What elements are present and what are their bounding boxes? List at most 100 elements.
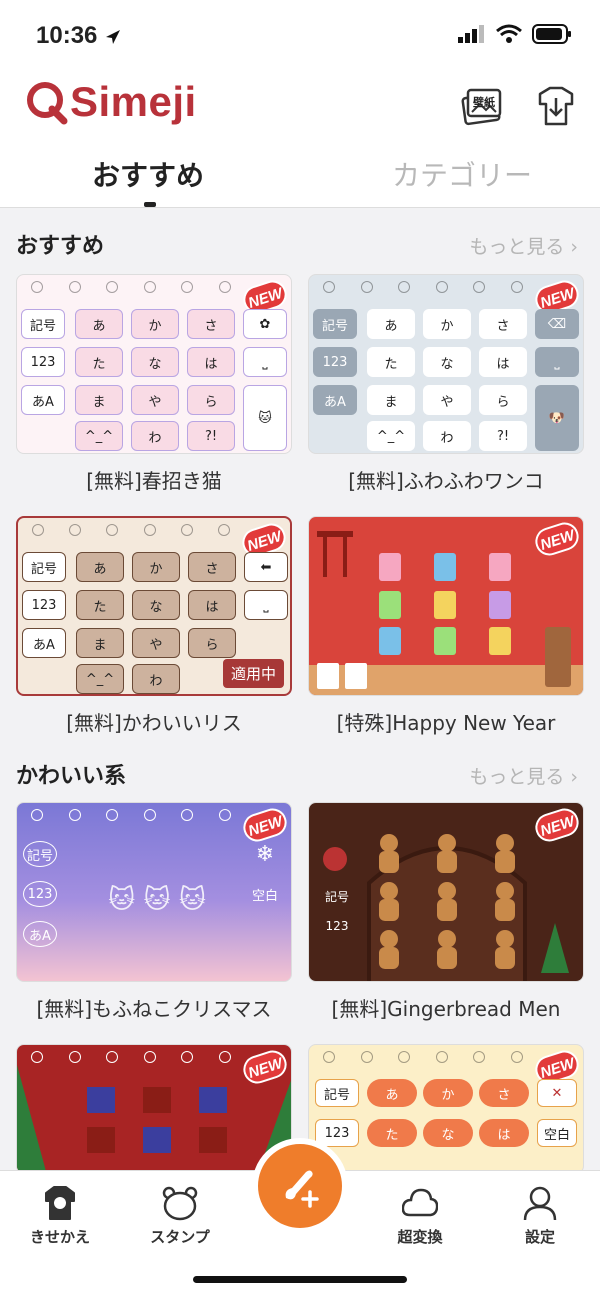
key: 123: [313, 347, 357, 377]
key: た: [75, 347, 123, 377]
key: な: [131, 347, 179, 377]
key: 空白: [251, 888, 278, 904]
person-icon: [523, 1186, 557, 1221]
tab-category[interactable]: カテゴリー: [392, 154, 532, 194]
key: か: [132, 552, 180, 582]
chevron-right-icon: ›: [570, 766, 578, 788]
theme-card[interactable]: NEW 記号 123 あ か さ た な は ✕ 空白: [308, 1044, 584, 1174]
keyboard-toolbar: [31, 1051, 231, 1067]
key: た: [76, 590, 124, 620]
location-arrow-icon: [106, 30, 120, 44]
see-more-link[interactable]: もっと見る ›: [469, 232, 578, 259]
dog-illustration-icon: 🐶: [535, 385, 579, 451]
space-key-icon: ⎵: [535, 347, 579, 377]
theme-card[interactable]: NEW 記号 123 あA あ か さ た な は ま や ら ^_^ わ ?!…: [16, 274, 292, 454]
wallpaper-button[interactable]: 壁紙: [458, 82, 506, 130]
key: ?!: [187, 421, 235, 451]
key: は: [187, 347, 235, 377]
delete-key-icon: ✕: [537, 1079, 577, 1107]
key: 123: [325, 919, 349, 933]
key: た: [367, 347, 415, 377]
battery-icon: [532, 24, 571, 44]
key: 123: [21, 347, 65, 377]
tab-label: 設定: [524, 1228, 555, 1246]
simeji-logo: Simeji: [24, 78, 197, 126]
space-key-icon: ⎵: [243, 347, 287, 377]
top-tabs: おすすめ カテゴリー: [0, 150, 600, 208]
theme-card[interactable]: NEW 記号 123 あA あ か さ た な は ま や ら ^_^ わ ⬅ …: [16, 516, 292, 696]
key: は: [479, 1119, 529, 1147]
sakura-key-icon: ✿: [243, 309, 287, 339]
key: ら: [187, 385, 235, 415]
key: あ: [75, 309, 123, 339]
key: わ: [131, 421, 179, 451]
key: わ: [132, 664, 180, 694]
keyboard-toolbar: [31, 809, 231, 825]
key: わ: [423, 421, 471, 451]
key: 記号: [313, 309, 357, 339]
delete-key-icon: ⌫: [535, 309, 579, 339]
theme-caption: [無料]かわいいリス: [66, 711, 242, 735]
key: あA: [23, 921, 57, 947]
key: あ: [367, 1079, 417, 1107]
status-bar: 10:36: [0, 0, 600, 70]
key: あA: [313, 385, 357, 415]
theme-caption: [無料]春招き猫: [86, 469, 222, 493]
status-icons: [458, 24, 572, 44]
brush-plus-icon: [285, 1170, 319, 1208]
key: ら: [479, 385, 527, 415]
tshirt-download-icon: [538, 86, 574, 126]
logo-mark-icon: [27, 82, 68, 125]
download-theme-button[interactable]: [532, 82, 580, 130]
key: あA: [21, 385, 65, 415]
tab-recommended[interactable]: おすすめ: [92, 154, 204, 194]
theme-card[interactable]: NEW 記号 123 あA 空白 🐱 🐱 🐱 ❄: [16, 802, 292, 982]
key: さ: [187, 309, 235, 339]
key: 記号: [315, 1079, 359, 1107]
theme-caption: [無料]Gingerbread Men: [331, 997, 561, 1021]
wifi-icon: [496, 24, 522, 43]
theme-card[interactable]: NEW 記号 123 あA あ か さ た な は ま や ら ^_^ わ ?!…: [308, 274, 584, 454]
theme-card[interactable]: NEW: [308, 516, 584, 696]
key: か: [423, 309, 471, 339]
theme-card[interactable]: NEW 記号 123: [308, 802, 584, 982]
key: さ: [188, 552, 236, 582]
key: な: [423, 347, 471, 377]
keyboard-toolbar: [32, 524, 230, 540]
key: か: [423, 1079, 473, 1107]
back-arrow-key-icon: ⬅: [244, 552, 288, 582]
keyboard-toolbar: [323, 281, 523, 297]
space-key-icon: ⎵: [244, 590, 288, 620]
tab-indicator: [144, 202, 156, 207]
wallpaper-badge: 壁紙: [473, 96, 495, 109]
key: ま: [76, 628, 124, 658]
key: か: [131, 309, 179, 339]
see-more-label: もっと見る: [469, 766, 565, 788]
create-theme-button[interactable]: [252, 1138, 348, 1234]
key: や: [131, 385, 179, 415]
tab-label: 超変換: [397, 1228, 443, 1246]
keyboard-preview: 記号 123 あA 空白 🐱 🐱 🐱 ❄: [17, 831, 291, 981]
chevron-right-icon: ›: [570, 236, 578, 258]
key: 123: [23, 881, 57, 907]
keyboard-toolbar: [31, 281, 231, 297]
logo-text: Simeji: [70, 78, 197, 125]
cloud-icon: [402, 1188, 438, 1217]
theme-card[interactable]: NEW: [16, 1044, 292, 1174]
key: ^_^: [367, 421, 415, 451]
see-more-link[interactable]: もっと見る ›: [469, 762, 578, 789]
status-time: 10:36: [36, 22, 98, 49]
key: た: [367, 1119, 417, 1147]
snowflake-icon: ❄: [255, 841, 275, 867]
section-title: かわいい系: [16, 764, 127, 789]
theme-caption: [無料]ふわふわワンコ: [348, 469, 544, 493]
key: や: [423, 385, 471, 415]
cat-illustration-icon: 🐱: [243, 385, 287, 451]
section-title: おすすめ: [16, 234, 105, 259]
tshirt-icon: [45, 1186, 75, 1220]
key: 空白: [537, 1119, 577, 1147]
key: ^_^: [75, 421, 123, 451]
key: な: [423, 1119, 473, 1147]
keyboard-preview: 記号 123 あ か さ た な は ✕ 空白: [309, 1073, 583, 1173]
key: な: [132, 590, 180, 620]
